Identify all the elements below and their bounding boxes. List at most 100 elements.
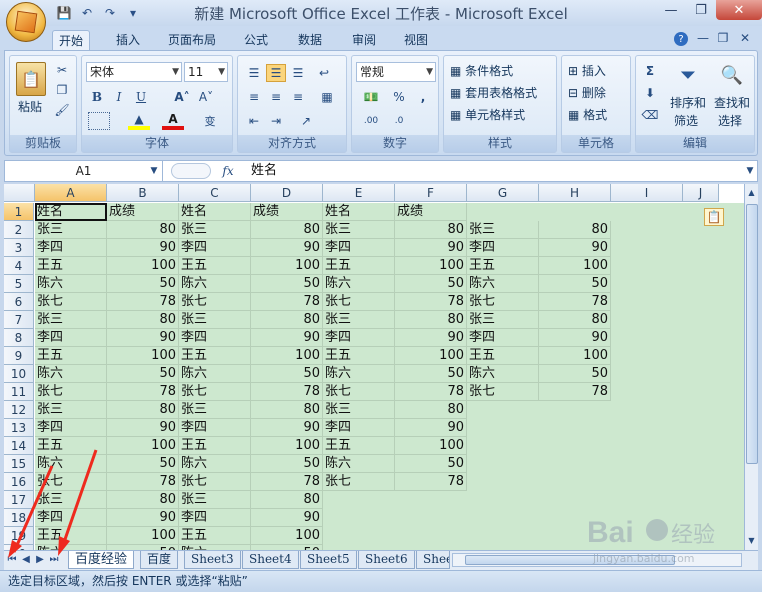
name-cell[interactable]: 陈六 [35, 275, 107, 293]
name-cell[interactable]: 张三 [323, 401, 395, 419]
name-cell[interactable]: 张三 [35, 491, 107, 509]
delete-cells-button[interactable]: ⊟ 删除 [568, 84, 606, 102]
score-cell[interactable]: 90 [107, 509, 179, 527]
font-color-icon[interactable]: A [162, 112, 184, 130]
score-cell[interactable]: 100 [251, 257, 323, 275]
score-cell[interactable]: 78 [107, 473, 179, 491]
tab-view[interactable]: 视图 [398, 30, 434, 50]
name-cell[interactable]: 陈六 [179, 365, 251, 383]
name-cell[interactable]: 王五 [35, 437, 107, 455]
name-cell[interactable]: 张三 [323, 311, 395, 329]
decrease-indent-icon[interactable]: ⇤ [244, 112, 264, 130]
name-cell[interactable]: 陈六 [179, 275, 251, 293]
sort-filter-label-2[interactable]: 筛选 [674, 112, 698, 130]
score-cell[interactable]: 78 [539, 293, 611, 311]
merge-center-icon[interactable]: ▦ [314, 88, 340, 106]
name-cell[interactable]: 李四 [35, 509, 107, 527]
score-cell[interactable]: 78 [107, 293, 179, 311]
ribbon-close-icon[interactable]: ✕ [738, 30, 752, 46]
first-sheet-icon[interactable]: ⏮ [6, 553, 18, 567]
formula-input[interactable]: 姓名 [251, 162, 277, 180]
name-cell[interactable]: 李四 [467, 239, 539, 257]
score-cell[interactable]: 80 [107, 221, 179, 239]
name-cell[interactable]: 李四 [35, 239, 107, 257]
name-cell[interactable]: 王五 [467, 257, 539, 275]
score-cell[interactable]: 50 [395, 455, 467, 473]
name-cell[interactable]: 张七 [179, 473, 251, 491]
row-header-7[interactable]: 7 [4, 311, 34, 329]
score-cell[interactable]: 78 [395, 293, 467, 311]
ribbon-restore-icon[interactable]: ❐ [716, 30, 730, 46]
conditional-format-button[interactable]: ▦ 条件格式 [450, 62, 513, 80]
name-cell[interactable]: 王五 [467, 347, 539, 365]
score-cell[interactable]: 100 [251, 347, 323, 365]
sheet-tab[interactable]: Sheet4 [242, 551, 299, 569]
row-header-14[interactable]: 14 [4, 437, 34, 455]
score-cell[interactable]: 100 [107, 527, 179, 545]
align-center-icon[interactable]: ≡ [266, 88, 286, 106]
score-cell[interactable]: 78 [251, 473, 323, 491]
vertical-scroll-thumb[interactable] [746, 204, 758, 464]
row-header-11[interactable]: 11 [4, 383, 34, 401]
score-cell[interactable]: 80 [395, 221, 467, 239]
paste-button[interactable]: 粘贴 [18, 98, 42, 116]
wrap-text-icon[interactable]: ↩ [314, 64, 334, 82]
name-cell[interactable]: 陈六 [323, 275, 395, 293]
score-cell[interactable]: 50 [251, 365, 323, 383]
name-cell[interactable]: 张七 [179, 383, 251, 401]
next-sheet-icon[interactable]: ▶ [34, 553, 46, 567]
tab-page-layout[interactable]: 页面布局 [162, 30, 222, 50]
tab-home[interactable]: 开始 [52, 30, 91, 50]
orientation-icon[interactable]: ↗ [292, 112, 320, 130]
name-cell[interactable]: 张七 [35, 383, 107, 401]
score-cell[interactable]: 50 [107, 365, 179, 383]
score-cell[interactable]: 50 [107, 455, 179, 473]
clear-icon[interactable]: ⌫ [640, 106, 660, 124]
score-cell[interactable]: 90 [251, 239, 323, 257]
row-header-13[interactable]: 13 [4, 419, 34, 437]
score-cell[interactable]: 90 [395, 329, 467, 347]
insert-function-icon[interactable]: fx [219, 162, 237, 180]
header-cell[interactable]: 姓名 [35, 203, 107, 221]
cell-area[interactable]: 姓名 成绩 姓名 成绩 姓名 成绩 张三 80 李四 90 王五 100 陈六 50 张七 78 张三 80 李四 9… [35, 203, 744, 550]
name-cell[interactable]: 王五 [323, 437, 395, 455]
score-cell[interactable]: 100 [539, 347, 611, 365]
minimize-icon[interactable]: — [656, 0, 686, 20]
score-cell[interactable]: 100 [251, 437, 323, 455]
name-cell[interactable]: 陈六 [467, 365, 539, 383]
name-cell[interactable]: 李四 [179, 329, 251, 347]
paste-options-icon[interactable]: 📋 [704, 208, 724, 226]
comma-style-icon[interactable]: , [414, 88, 432, 106]
score-cell[interactable]: 80 [395, 401, 467, 419]
name-cell[interactable]: 张三 [179, 311, 251, 329]
row-header-12[interactable]: 12 [4, 401, 34, 419]
row-header-4[interactable]: 4 [4, 257, 34, 275]
score-cell[interactable]: 100 [539, 257, 611, 275]
score-cell[interactable]: 90 [395, 239, 467, 257]
select-all-corner[interactable] [4, 184, 35, 202]
score-cell[interactable]: 90 [539, 239, 611, 257]
score-cell[interactable]: 80 [107, 311, 179, 329]
name-cell[interactable]: 张七 [467, 383, 539, 401]
fill-color-icon[interactable]: ▲ [128, 112, 150, 130]
score-cell[interactable]: 78 [539, 383, 611, 401]
tab-formulas[interactable]: 公式 [238, 30, 274, 50]
header-cell[interactable]: 成绩 [251, 203, 323, 221]
row-header-2[interactable]: 2 [4, 221, 34, 239]
name-box[interactable]: A1 [5, 161, 163, 181]
copy-icon[interactable]: ❐ [54, 82, 70, 98]
grow-font-icon[interactable]: A˄ [172, 88, 192, 106]
score-cell[interactable]: 78 [395, 473, 467, 491]
align-left-icon[interactable]: ≡ [244, 88, 264, 106]
score-cell[interactable]: 100 [107, 437, 179, 455]
currency-icon[interactable]: 💵 [358, 88, 384, 106]
paste-icon[interactable]: 📋 [16, 62, 46, 96]
score-cell[interactable]: 90 [251, 509, 323, 527]
column-header-j[interactable]: J [683, 184, 719, 202]
font-name-dropdown[interactable]: 宋体 ▼ [86, 62, 182, 82]
name-cell[interactable]: 李四 [35, 329, 107, 347]
name-cell[interactable]: 张三 [35, 311, 107, 329]
sheet-tab[interactable]: Sheet3 [184, 551, 241, 569]
close-icon[interactable]: ✕ [716, 0, 762, 20]
name-cell[interactable]: 王五 [323, 347, 395, 365]
